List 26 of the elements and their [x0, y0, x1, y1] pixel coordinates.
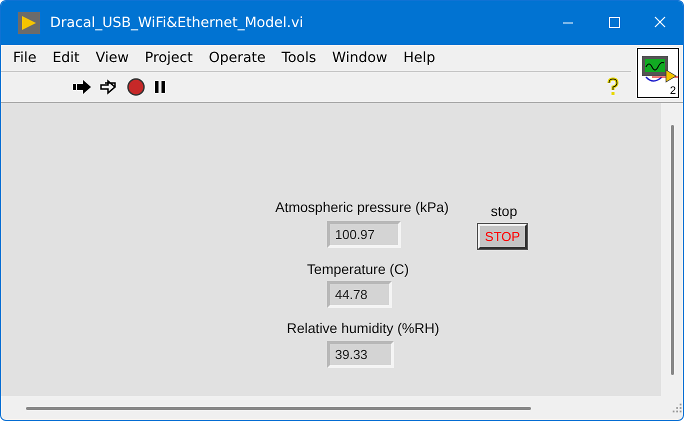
menu-item[interactable]: View [88, 50, 137, 66]
menu-item[interactable]: File [5, 50, 44, 66]
numeric-indicator: 100.97 [327, 221, 401, 248]
menu-item[interactable]: Tools [274, 50, 324, 66]
pause-icon[interactable] [152, 78, 168, 96]
numeric-indicator: 39.33 [327, 341, 394, 368]
run-arrow-icon[interactable] [71, 78, 93, 96]
menu-item[interactable]: Window [324, 50, 396, 66]
app-icon [18, 12, 40, 34]
help-icon[interactable] [605, 77, 621, 97]
horizontal-scrollbar[interactable] [26, 406, 531, 410]
menu-item[interactable]: Help [395, 50, 444, 66]
window-title: Dracal_USB_WiFi&Ethernet_Model.vi [50, 15, 304, 31]
numeric-indicator: 44.78 [327, 281, 392, 308]
resize-grip-icon[interactable] [670, 401, 683, 415]
menu-item[interactable]: Project [136, 50, 201, 66]
indicator-label: Relative humidity (%RH) [286, 320, 440, 336]
button-label: stop [490, 203, 518, 219]
vertical-scrollbar[interactable] [670, 125, 674, 375]
connector-number: 2 [670, 85, 676, 97]
menu-item[interactable]: Edit [44, 50, 88, 66]
indicator-label: Atmospheric pressure (kPa) [275, 199, 449, 215]
vi-icon[interactable]: 2 [637, 48, 679, 98]
menu-item[interactable]: Operate [200, 50, 274, 66]
abort-icon[interactable] [125, 78, 147, 96]
indicator-label: Temperature (C) [307, 261, 409, 277]
